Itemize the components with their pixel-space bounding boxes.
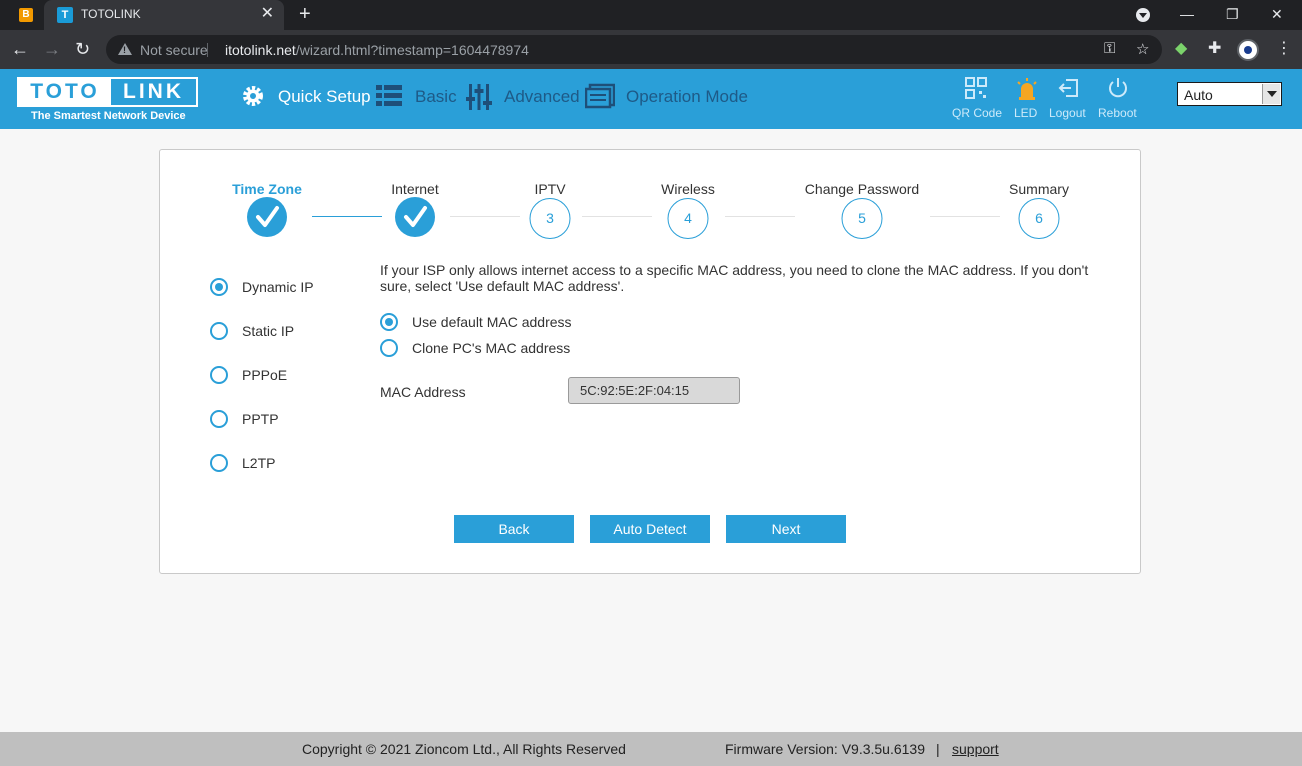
warning-icon (118, 43, 132, 55)
radio-pptp[interactable] (210, 410, 228, 428)
option-label-pppoe[interactable]: PPPoE (242, 367, 287, 383)
restore-icon[interactable]: ❐ (1226, 3, 1239, 25)
led-button[interactable] (1016, 77, 1038, 106)
qr-code-icon (965, 77, 987, 99)
chevron-down-icon (1262, 84, 1280, 104)
address-bar[interactable]: Not secure itotolink.net/wizard.html?tim… (106, 35, 1162, 64)
step-connector (582, 216, 652, 217)
wizard-card: Time Zone Internet IPTV 3 Wireless 4 Cha… (159, 149, 1141, 574)
nav-label: Advanced (504, 87, 580, 106)
step-done-internet[interactable] (395, 197, 435, 237)
step-number-iptv[interactable]: 3 (529, 198, 571, 239)
logout-label: Logout (1049, 106, 1086, 120)
support-link[interactable]: support (952, 741, 999, 757)
option-label-clone-pc-mac[interactable]: Clone PC's MAC address (412, 340, 570, 356)
list-icon (376, 85, 402, 106)
tab-title: TOTOLINK (81, 7, 141, 21)
step-label-time-zone[interactable]: Time Zone (232, 181, 302, 197)
blogger-tab-icon[interactable]: B (19, 8, 33, 22)
mode-select-value: Auto (1184, 87, 1213, 103)
radio-l2tp[interactable] (210, 454, 228, 472)
check-icon (256, 206, 279, 227)
step-number-change-password[interactable]: 5 (841, 198, 883, 239)
option-label-pptp[interactable]: PPTP (242, 411, 279, 427)
auto-detect-button[interactable]: Auto Detect (590, 515, 710, 543)
qr-code-label: QR Code (952, 106, 1003, 120)
back-arrow-icon[interactable]: ← (11, 38, 29, 60)
new-tab-icon[interactable]: + (299, 3, 311, 25)
step-connector (930, 216, 1000, 217)
mac-address-label: MAC Address (380, 384, 466, 400)
step-number-wireless[interactable]: 4 (667, 198, 709, 239)
security-status[interactable]: Not secure (140, 42, 208, 58)
step-label-wireless[interactable]: Wireless (661, 181, 715, 197)
mac-address-field[interactable]: 5C:92:5E:2F:04:15 (568, 377, 740, 404)
option-label-l2tp[interactable]: L2TP (242, 455, 275, 471)
step-number-summary[interactable]: 6 (1018, 198, 1060, 239)
nav-label: Operation Mode (626, 87, 748, 106)
led-label: LED (1014, 106, 1038, 120)
url-text[interactable]: itotolink.net/wizard.html?timestamp=1604… (225, 42, 529, 58)
step-label-iptv[interactable]: IPTV (534, 181, 565, 197)
tab-close-icon[interactable]: ✕ (261, 5, 274, 23)
next-button[interactable]: Next (726, 515, 846, 543)
mode-icon (585, 83, 615, 109)
radio-clone-pc-mac[interactable] (380, 339, 398, 357)
step-connector (725, 216, 795, 217)
copyright-text: Copyright © 2021 Zioncom Ltd., All Right… (302, 741, 626, 757)
step-label-change-password[interactable]: Change Password (805, 181, 919, 197)
led-icon (1017, 78, 1037, 100)
browser-tab-active[interactable]: T TOTOLINK ✕ (44, 0, 284, 30)
gear-icon (243, 86, 263, 106)
option-label-dynamic-ip[interactable]: Dynamic IP (242, 279, 314, 295)
window-close-icon[interactable]: ✕ (1271, 3, 1283, 25)
step-connector (450, 216, 520, 217)
reboot-button[interactable] (1107, 77, 1129, 104)
step-label-summary[interactable]: Summary (1009, 181, 1069, 197)
option-label-default-mac[interactable]: Use default MAC address (412, 314, 572, 330)
forward-arrow-icon[interactable]: → (43, 38, 61, 60)
power-icon (1109, 78, 1127, 98)
puzzle-icon[interactable]: ✚ (1208, 38, 1221, 60)
logout-button[interactable] (1058, 77, 1080, 104)
totolink-favicon-icon: T (57, 7, 73, 23)
radio-static-ip[interactable] (210, 322, 228, 340)
page-footer: Copyright © 2021 Zioncom Ltd., All Right… (0, 732, 1302, 766)
bookmark-star-icon[interactable]: ☆ (1136, 40, 1149, 58)
mac-clone-info: If your ISP only allows internet access … (380, 262, 1089, 294)
tab-search-icon[interactable] (1136, 8, 1150, 22)
browser-tab-bar: B T TOTOLINK ✕ + — ❐ ✕ (0, 0, 1302, 30)
radio-pppoe[interactable] (210, 366, 228, 384)
radio-default-mac[interactable] (380, 313, 398, 331)
profile-avatar[interactable] (1237, 39, 1259, 61)
back-button[interactable]: Back (454, 515, 574, 543)
footer-separator: | (936, 741, 940, 757)
logout-icon (1058, 79, 1078, 97)
minimize-icon[interactable]: — (1180, 3, 1194, 25)
browser-menu-icon[interactable]: ⋮ (1276, 38, 1292, 60)
divider (207, 43, 208, 57)
radio-dynamic-ip[interactable] (210, 278, 228, 296)
mode-select[interactable]: Auto (1177, 82, 1282, 106)
reload-icon[interactable]: ↻ (75, 38, 90, 60)
option-label-static-ip[interactable]: Static IP (242, 323, 294, 339)
nav-label: Quick Setup (278, 87, 371, 106)
step-done-time-zone[interactable] (247, 197, 287, 237)
qr-code-button[interactable] (965, 77, 987, 104)
totolink-logo: TOTO LINK (17, 77, 198, 107)
check-icon (404, 206, 427, 227)
logo-tagline: The Smartest Network Device (31, 110, 186, 122)
reboot-label: Reboot (1098, 106, 1137, 120)
firmware-version: Firmware Version: V9.3.5u.6139 (725, 741, 925, 757)
router-header: TOTO LINK The Smartest Network Device Qu… (0, 69, 1302, 129)
step-label-internet[interactable]: Internet (391, 181, 438, 197)
sliders-icon (466, 84, 492, 110)
step-connector (312, 216, 382, 217)
key-icon[interactable]: ⚿ (1104, 40, 1115, 57)
nav-label: Basic (415, 87, 457, 106)
browser-toolbar: ← → ↻ Not secure itotolink.net/wizard.ht… (0, 30, 1302, 69)
extension-icon[interactable]: ◆ (1175, 38, 1187, 60)
